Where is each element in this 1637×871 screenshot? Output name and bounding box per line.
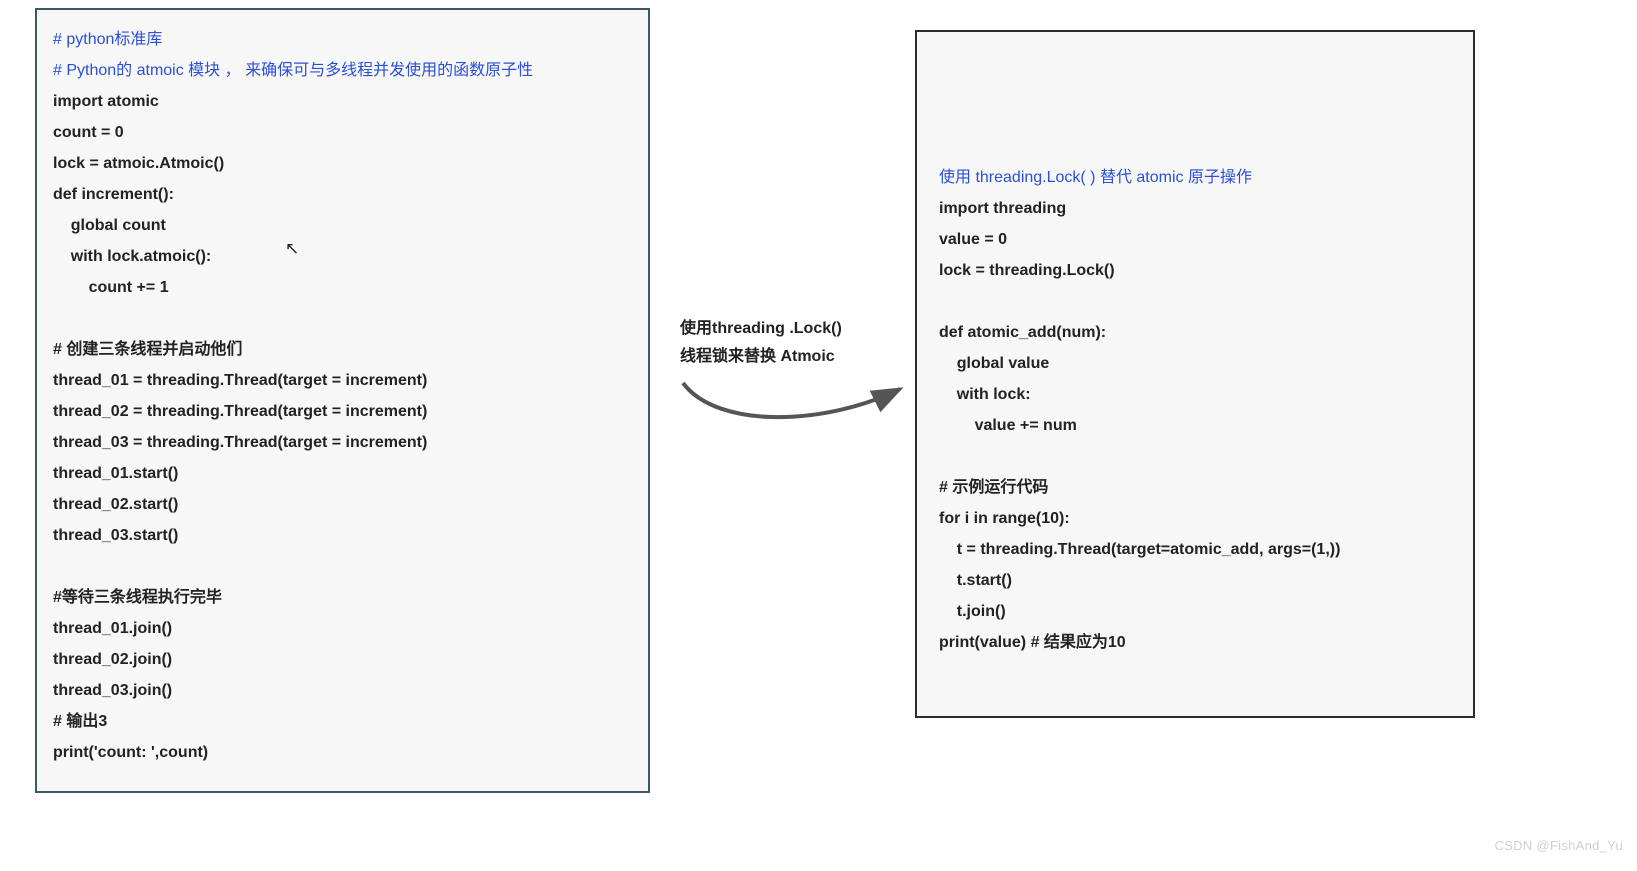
left-code-line: count += 1	[53, 272, 632, 303]
right-blank	[939, 286, 1451, 317]
right-code-line: t.start()	[939, 565, 1451, 596]
mid-line-2: 线程锁来替换 Atmoic	[680, 343, 900, 371]
left-blank	[53, 303, 632, 334]
arrow-icon	[678, 375, 908, 435]
right-blank	[939, 441, 1451, 472]
right-code-line: for i in range(10):	[939, 503, 1451, 534]
watermark-text: CSDN @FishAnd_Yu	[1494, 838, 1623, 853]
right-code-line: value += num	[939, 410, 1451, 441]
right-code-line: lock = threading.Lock()	[939, 255, 1451, 286]
left-code-line: thread_01.start()	[53, 458, 632, 489]
right-code-line: t.join()	[939, 596, 1451, 627]
left-code-line: print('count: ',count)	[53, 737, 632, 768]
left-code-line: thread_02.start()	[53, 489, 632, 520]
left-code-line: global count	[53, 210, 632, 241]
left-comment-2: # Python的 atmoic 模块 ， 来确保可与多线程并发使用的函数原子性	[53, 55, 632, 86]
left-code-line: thread_01 = threading.Thread(target = in…	[53, 365, 632, 396]
left-comment-5: # 输出3	[53, 706, 632, 737]
right-code-line: def atomic_add(num):	[939, 317, 1451, 348]
left-code-line: thread_01.join()	[53, 613, 632, 644]
left-code-line: thread_02 = threading.Thread(target = in…	[53, 396, 632, 427]
left-code-line: with lock.atmoic():	[53, 241, 632, 272]
right-comment-1: 使用 threading.Lock( ) 替代 atomic 原子操作	[939, 162, 1451, 193]
left-code-line: def increment():	[53, 179, 632, 210]
left-code-line: import atomic	[53, 86, 632, 117]
stage: # python标准库 # Python的 atmoic 模块 ， 来确保可与多…	[0, 0, 1637, 871]
left-code-panel: # python标准库 # Python的 atmoic 模块 ， 来确保可与多…	[35, 8, 650, 793]
right-code-line: value = 0	[939, 224, 1451, 255]
left-blank	[53, 551, 632, 582]
left-comment-3: # 创建三条线程并启动他们	[53, 334, 632, 365]
left-comment-1: # python标准库	[53, 24, 632, 55]
left-code-line: thread_03.start()	[53, 520, 632, 551]
left-code-line: lock = atmoic.Atmoic()	[53, 148, 632, 179]
right-code-line: t = threading.Thread(target=atomic_add, …	[939, 534, 1451, 565]
middle-caption: 使用threading .Lock() 线程锁来替换 Atmoic	[680, 315, 900, 371]
right-code-line: global value	[939, 348, 1451, 379]
right-code-panel: 使用 threading.Lock( ) 替代 atomic 原子操作 impo…	[915, 30, 1475, 718]
right-code-line: import threading	[939, 193, 1451, 224]
right-code-line: print(value) # 结果应为10	[939, 627, 1451, 658]
mid-line-1: 使用threading .Lock()	[680, 315, 900, 343]
right-comment-2: # 示例运行代码	[939, 472, 1451, 503]
left-code-line: thread_03 = threading.Thread(target = in…	[53, 427, 632, 458]
right-code-line: with lock:	[939, 379, 1451, 410]
left-code-line: thread_02.join()	[53, 644, 632, 675]
left-comment-4: #等待三条线程执行完毕	[53, 582, 632, 613]
left-code-line: count = 0	[53, 117, 632, 148]
left-code-line: thread_03.join()	[53, 675, 632, 706]
